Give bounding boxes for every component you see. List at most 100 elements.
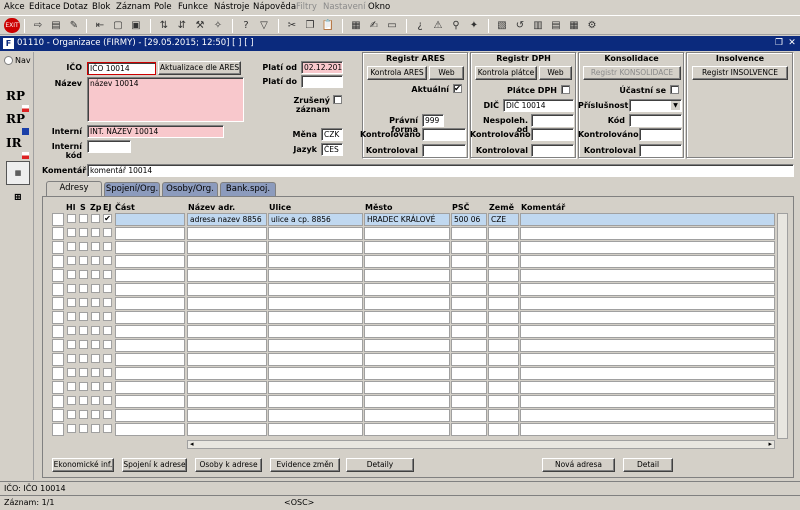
zp-checkbox[interactable]	[91, 410, 100, 419]
settings-icon[interactable]: ⚙	[584, 18, 600, 33]
print-icon[interactable]: ▤	[48, 18, 64, 33]
grid-cell[interactable]	[520, 297, 775, 310]
ej-checkbox[interactable]: ✔	[103, 214, 112, 223]
dph-kontroloval-field[interactable]	[531, 144, 574, 157]
grid-cell[interactable]	[364, 381, 450, 394]
grid-cell[interactable]	[364, 269, 450, 282]
detail-button[interactable]: Detail	[623, 458, 673, 472]
grid-cell[interactable]	[268, 367, 363, 380]
hl-checkbox[interactable]	[67, 424, 76, 433]
aktualni-checkbox[interactable]: ✔	[453, 84, 462, 93]
new-record-icon[interactable]: ▢	[110, 18, 126, 33]
registr-insolvence-button[interactable]: Registr INSOLVENCE	[692, 66, 788, 80]
dph-kontrolovano-field[interactable]	[531, 128, 574, 141]
grid-cell[interactable]	[115, 241, 185, 254]
clear-icon[interactable]: ✎	[66, 18, 82, 33]
grid-cell[interactable]	[268, 227, 363, 240]
tools-icon[interactable]: ⚒	[192, 18, 208, 33]
grid-icon[interactable]: ▦	[566, 18, 582, 33]
menu-nastroje[interactable]: Nástroje	[214, 2, 249, 12]
network-icon[interactable]: ⊞	[6, 187, 30, 211]
interni-field[interactable]: INT. NÁZEV 10014	[87, 125, 224, 138]
nav-radio[interactable]	[4, 56, 13, 65]
grid-cell[interactable]	[268, 269, 363, 282]
s-checkbox[interactable]	[79, 410, 88, 419]
grid-cell[interactable]	[364, 255, 450, 268]
grid-cell[interactable]	[520, 367, 775, 380]
s-checkbox[interactable]	[79, 228, 88, 237]
grid-cell[interactable]	[187, 423, 267, 436]
grid-cell[interactable]	[520, 269, 775, 282]
grid-cell[interactable]	[115, 353, 185, 366]
s-checkbox[interactable]	[79, 396, 88, 405]
evidence-zmen-button[interactable]: Evidence změn	[270, 458, 340, 472]
vertical-scrollbar[interactable]	[777, 213, 788, 439]
grid-cell[interactable]	[268, 297, 363, 310]
zruseny-checkbox[interactable]	[333, 95, 342, 104]
grid-cell[interactable]	[451, 297, 487, 310]
grid-cell[interactable]	[488, 241, 519, 254]
zp-checkbox[interactable]	[91, 242, 100, 251]
s-checkbox[interactable]	[79, 382, 88, 391]
ares-web-button[interactable]: Web	[429, 66, 464, 80]
grid-cell[interactable]	[520, 395, 775, 408]
hl-checkbox[interactable]	[67, 270, 76, 279]
row-selector[interactable]	[52, 395, 64, 408]
s-checkbox[interactable]	[79, 242, 88, 251]
konsol-kontrolovano-field[interactable]	[639, 128, 682, 141]
grid-cell[interactable]	[115, 311, 185, 324]
ej-checkbox[interactable]	[103, 382, 112, 391]
cut-icon[interactable]: ✂	[284, 18, 300, 33]
grid-cell[interactable]	[451, 269, 487, 282]
zp-checkbox[interactable]	[91, 396, 100, 405]
grid-cell[interactable]	[520, 353, 775, 366]
menu-blok[interactable]: Blok	[92, 2, 110, 12]
dph-web-button[interactable]: Web	[539, 66, 572, 80]
grid-cell[interactable]	[364, 297, 450, 310]
zp-checkbox[interactable]	[91, 298, 100, 307]
s-checkbox[interactable]	[79, 424, 88, 433]
grid-cell[interactable]	[488, 381, 519, 394]
ej-checkbox[interactable]	[103, 354, 112, 363]
chevron-down-icon[interactable]: ▼	[671, 101, 680, 110]
grid-cell[interactable]	[488, 395, 519, 408]
menu-okno[interactable]: Okno	[368, 2, 390, 12]
grid-cell[interactable]	[451, 423, 487, 436]
order-icon[interactable]: ⇵	[174, 18, 190, 33]
close-icon[interactable]: ✕	[787, 37, 797, 49]
nazev-field[interactable]: název 10014	[87, 77, 244, 122]
grid-cell[interactable]	[364, 409, 450, 422]
ej-checkbox[interactable]	[103, 340, 112, 349]
row-selector[interactable]	[52, 325, 64, 338]
s-checkbox[interactable]	[79, 312, 88, 321]
plati-od-field[interactable]: 02.12.2011	[301, 61, 343, 74]
grid-cell[interactable]	[520, 409, 775, 422]
ekonomicke-button[interactable]: Ekonomické inf.	[52, 458, 114, 472]
grid-cell[interactable]	[187, 297, 267, 310]
grid-cell[interactable]	[520, 423, 775, 436]
grid-cell[interactable]	[268, 325, 363, 338]
rp-cz-icon[interactable]: RP	[6, 89, 30, 113]
warning-icon[interactable]: ⚠	[430, 18, 446, 33]
grid-cell[interactable]	[115, 297, 185, 310]
hl-checkbox[interactable]	[67, 242, 76, 251]
konsol-kontroloval-field[interactable]	[639, 144, 682, 157]
grid-cell[interactable]	[268, 409, 363, 422]
grid-cell[interactable]	[364, 339, 450, 352]
hl-checkbox[interactable]	[67, 284, 76, 293]
rp-eu-icon[interactable]: RP	[6, 112, 30, 136]
ej-checkbox[interactable]	[103, 284, 112, 293]
kontrola-ares-button[interactable]: Kontrola ARES	[367, 66, 427, 80]
s-checkbox[interactable]	[79, 214, 88, 223]
kod-field[interactable]	[629, 114, 682, 127]
ej-checkbox[interactable]	[103, 410, 112, 419]
grid-cell[interactable]	[364, 325, 450, 338]
row-selector[interactable]	[52, 241, 64, 254]
grid-cell[interactable]	[268, 395, 363, 408]
grid-cell[interactable]	[115, 255, 185, 268]
grid-cell[interactable]	[451, 227, 487, 240]
grid-cell[interactable]	[488, 255, 519, 268]
prislusnost-select[interactable]: ▼	[629, 99, 682, 112]
row-selector[interactable]	[52, 353, 64, 366]
grid-cell[interactable]	[451, 395, 487, 408]
